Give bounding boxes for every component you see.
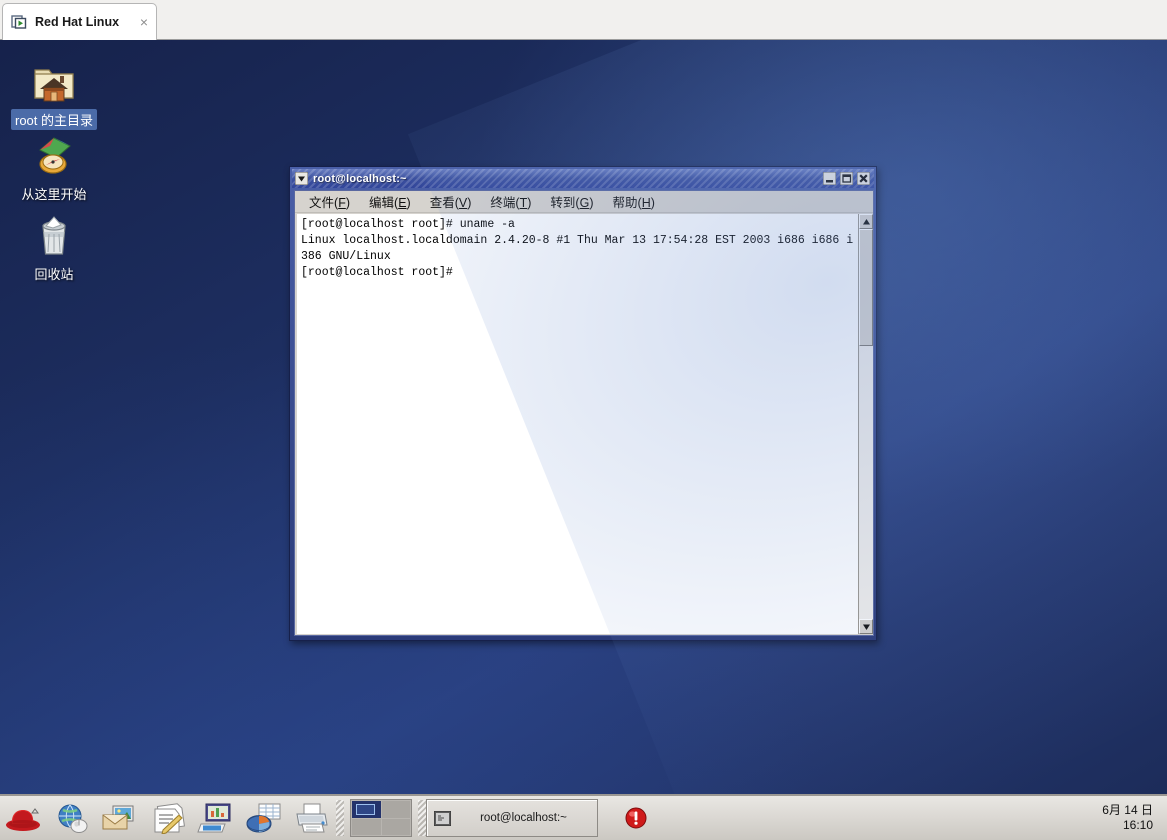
window-list-item-terminal[interactable]: root@localhost:~ [426, 799, 598, 837]
terminal-output[interactable]: [root@localhost root]# uname -a Linux lo… [297, 214, 858, 634]
menu-bar[interactable]: 文件(F) 编辑(E) 查看(V) 终端(T) 转到(G) 帮助(H) [295, 191, 873, 213]
taskbar: root@localhost:~ 6月 14 日 16:10 [0, 794, 1167, 840]
chevron-down-icon[interactable] [294, 171, 309, 186]
scroll-up-icon[interactable] [859, 214, 873, 229]
desktop-icon-trash[interactable]: 回收站 [4, 212, 104, 284]
menu-view[interactable]: 查看(V) [422, 190, 480, 213]
vm-power-icon [11, 14, 28, 30]
printer-icon[interactable] [288, 796, 336, 840]
close-icon[interactable]: × [140, 15, 148, 29]
web-browser-icon[interactable] [48, 796, 96, 840]
desktop-icon-home[interactable]: root 的主目录 [4, 58, 104, 130]
email-client-icon[interactable] [96, 796, 144, 840]
panel-drag-handle[interactable] [418, 800, 426, 836]
close-icon[interactable] [856, 171, 871, 186]
spreadsheet-icon[interactable] [240, 796, 288, 840]
scrollbar-thumb[interactable] [859, 229, 873, 346]
desktop-icon-label: 回收站 [34, 267, 74, 282]
clock-time: 16:10 [1122, 818, 1153, 832]
workspace-4[interactable] [381, 818, 410, 835]
presentation-icon[interactable] [192, 796, 240, 840]
terminal-window-icon [434, 810, 451, 826]
panel-drag-handle[interactable] [336, 800, 344, 836]
start-here-compass-icon [30, 132, 78, 180]
menu-file[interactable]: 文件(F) [301, 190, 358, 213]
menu-go[interactable]: 转到(G) [542, 190, 601, 213]
window-list-item-label: root@localhost:~ [480, 812, 567, 824]
desktop-icon-label: 从这里开始 [21, 187, 87, 202]
scroll-down-icon[interactable] [859, 619, 873, 634]
terminal-scrollbar[interactable] [858, 214, 873, 634]
workspace-1[interactable] [352, 801, 381, 818]
clock[interactable]: 6月 14 日 16:10 [1102, 803, 1153, 833]
desktop-icon-start-here[interactable]: 从这里开始 [4, 132, 104, 204]
workspace-switcher[interactable] [350, 799, 412, 837]
window-controls [822, 171, 872, 186]
terminal-window[interactable]: root@localhost:~ 文件(F) 编辑(E) 查看(V) 终端(T)… [289, 166, 877, 641]
menu-help[interactable]: 帮助(H) [605, 190, 663, 213]
minimize-icon[interactable] [822, 171, 837, 186]
trash-can-icon [30, 212, 78, 260]
clock-date: 6月 14 日 [1102, 803, 1153, 817]
menu-edit[interactable]: 编辑(E) [361, 190, 419, 213]
workspace-3[interactable] [352, 818, 381, 835]
desktop[interactable]: root 的主目录 从这里开始 回收站 root@localhost:~ 文件(… [0, 40, 1167, 840]
terminal-content-area[interactable]: [root@localhost root]# uname -a Linux lo… [297, 214, 873, 634]
window-title: root@localhost:~ [313, 172, 407, 185]
workspace-2[interactable] [381, 801, 410, 818]
desktop-icon-label: root 的主目录 [10, 109, 97, 130]
alert-notifier-icon[interactable] [612, 796, 660, 840]
vm-tab-title: Red Hat Linux [35, 15, 120, 29]
window-titlebar[interactable]: root@localhost:~ [292, 169, 874, 188]
window-body: 文件(F) 编辑(E) 查看(V) 终端(T) 转到(G) 帮助(H) [roo… [294, 190, 874, 636]
scrollbar-track[interactable] [859, 229, 873, 619]
vm-tab-red-hat-linux[interactable]: Red Hat Linux × [2, 3, 157, 40]
window-list: root@localhost:~ [426, 799, 598, 837]
menu-terminal[interactable]: 终端(T) [482, 190, 539, 213]
red-hat-menu-icon[interactable] [0, 796, 48, 840]
vm-tab-strip: Red Hat Linux × [0, 0, 1167, 40]
text-editor-icon[interactable] [144, 796, 192, 840]
system-tray [612, 796, 660, 840]
home-folder-icon [30, 58, 78, 106]
maximize-icon[interactable] [839, 171, 854, 186]
